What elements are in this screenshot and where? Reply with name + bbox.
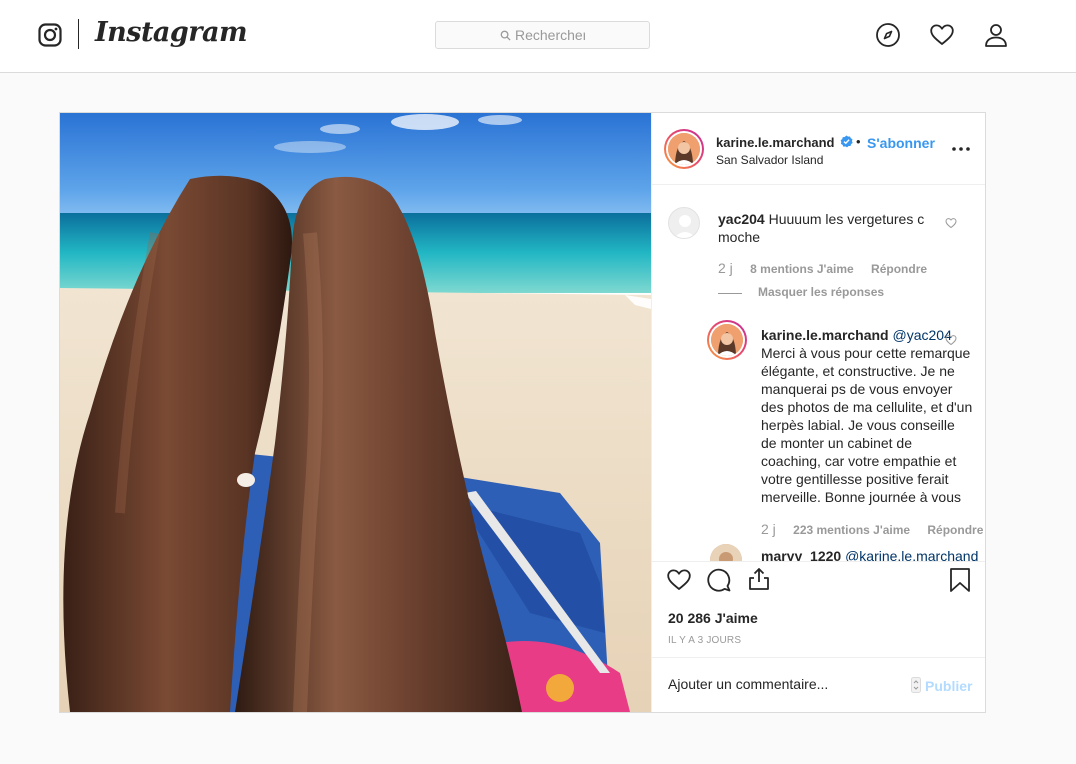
beach-legs-image bbox=[60, 113, 651, 712]
search-input[interactable] bbox=[515, 27, 585, 43]
reply-username[interactable]: maryy_1220 bbox=[761, 548, 841, 561]
post-location[interactable]: San Salvador Island bbox=[716, 153, 823, 167]
explore-compass-icon[interactable] bbox=[875, 22, 901, 48]
reply-meta: 2 j 223 mentions J'aime Répondre bbox=[761, 521, 985, 537]
comments-list[interactable]: yac204 Huuuum les vergetures c moche 2 j… bbox=[652, 186, 985, 561]
follow-button[interactable]: S'abonner bbox=[867, 135, 935, 151]
search-icon bbox=[500, 30, 511, 41]
more-options-icon[interactable] bbox=[949, 137, 973, 161]
resize-grip-icon bbox=[911, 677, 921, 693]
instagram-logo-icon[interactable] bbox=[38, 23, 62, 47]
comment-body: yac204 Huuuum les vergetures c moche bbox=[718, 210, 928, 246]
author-photo-icon bbox=[711, 324, 743, 356]
author-photo-icon bbox=[668, 133, 700, 165]
comment-like-heart-icon[interactable] bbox=[945, 217, 957, 229]
hide-replies-button[interactable]: Masquer les réponses bbox=[758, 285, 884, 299]
reply-age[interactable]: 2 j bbox=[761, 521, 776, 537]
comment-username[interactable]: yac204 bbox=[718, 211, 765, 227]
header-separator: • bbox=[856, 134, 861, 149]
comment-age[interactable]: 2 j bbox=[718, 260, 733, 276]
replies-divider bbox=[718, 293, 742, 294]
comment-input[interactable] bbox=[668, 676, 898, 696]
instagram-wordmark[interactable]: Instagram bbox=[95, 17, 248, 48]
share-icon[interactable] bbox=[746, 566, 772, 592]
post-card: karine.le.marchand • S'abonner San Salva… bbox=[59, 112, 986, 713]
comment-likes-count[interactable]: 8 mentions J'aime bbox=[750, 262, 854, 276]
commenter-avatar[interactable] bbox=[668, 207, 700, 239]
reply-author-avatar[interactable] bbox=[707, 320, 747, 360]
user-photo-icon bbox=[710, 544, 742, 561]
reply-like-heart-icon[interactable] bbox=[945, 334, 957, 346]
author-avatar[interactable] bbox=[664, 129, 704, 169]
reply-mention[interactable]: @karine.le.marchand bbox=[845, 548, 978, 561]
save-bookmark-icon[interactable] bbox=[947, 567, 973, 593]
author-username[interactable]: karine.le.marchand bbox=[716, 135, 835, 150]
reply-text: Merci à vous pour cette remarque élégant… bbox=[761, 345, 973, 505]
add-comment-form: Publier bbox=[652, 657, 985, 713]
search-box[interactable] bbox=[435, 21, 650, 49]
default-avatar-icon bbox=[674, 215, 696, 238]
like-heart-icon[interactable] bbox=[666, 567, 692, 593]
reply-username[interactable]: karine.le.marchand bbox=[761, 327, 889, 343]
comment-meta: 2 j 8 mentions J'aime Répondre bbox=[718, 260, 941, 276]
logo-divider bbox=[78, 19, 79, 49]
publish-button[interactable]: Publier bbox=[925, 678, 972, 694]
reply-body: karine.le.marchand @yac204 Merci à vous … bbox=[761, 326, 974, 506]
reply-mention[interactable]: @yac204 bbox=[893, 327, 952, 343]
activity-heart-icon[interactable] bbox=[929, 22, 955, 48]
reply-button[interactable]: Répondre bbox=[871, 262, 927, 276]
reply-likes-count[interactable]: 223 mentions J'aime bbox=[793, 523, 910, 537]
reply-author-avatar[interactable] bbox=[710, 544, 742, 561]
post-details-panel: karine.le.marchand • S'abonner San Salva… bbox=[651, 113, 985, 712]
post-header: karine.le.marchand • S'abonner San Salva… bbox=[652, 113, 985, 185]
likes-count[interactable]: 20 286 J'aime bbox=[668, 610, 758, 626]
top-navigation-bar: Instagram bbox=[0, 0, 1076, 73]
comment-bubble-icon[interactable] bbox=[706, 567, 732, 593]
reply-body: maryy_1220 @karine.le.marchand bbox=[761, 547, 985, 561]
verified-badge-icon bbox=[840, 135, 853, 148]
post-actions: 20 286 J'aime IL Y A 3 JOURS Publier bbox=[652, 561, 985, 712]
reply-button[interactable]: Répondre bbox=[927, 523, 983, 537]
post-timestamp[interactable]: IL Y A 3 JOURS bbox=[668, 635, 741, 646]
profile-user-icon[interactable] bbox=[983, 22, 1009, 48]
post-photo[interactable] bbox=[60, 113, 651, 712]
